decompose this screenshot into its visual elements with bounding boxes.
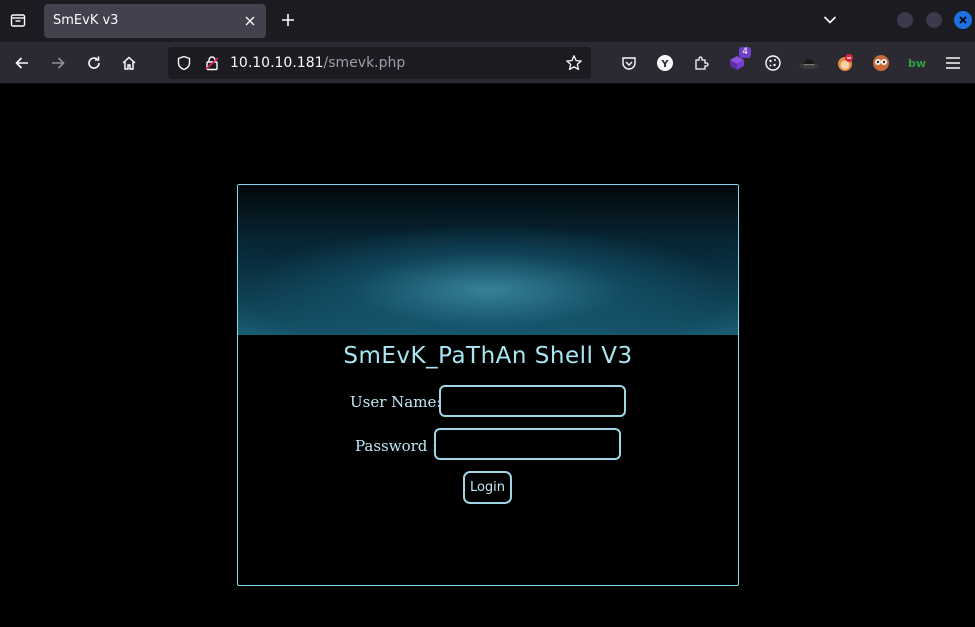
close-window-button[interactable] xyxy=(954,11,972,29)
maximize-window-button[interactable] xyxy=(926,12,942,28)
foxyproxy-icon[interactable] xyxy=(833,51,857,75)
reload-icon[interactable] xyxy=(82,51,106,75)
home-icon[interactable] xyxy=(117,51,141,75)
extensions-icon[interactable] xyxy=(689,51,713,75)
bw-extension-icon[interactable]: bw xyxy=(905,51,929,75)
hamburger-menu-icon[interactable] xyxy=(941,51,965,75)
url-path: /smevk.php xyxy=(323,55,406,71)
tab-active[interactable]: SmEvK v3 xyxy=(44,4,266,38)
cookie-icon[interactable] xyxy=(761,51,785,75)
password-label: Password : xyxy=(355,437,438,455)
login-panel: SmEvK_PaThAn Shell V3 User Name: Passwor… xyxy=(237,184,739,586)
password-input[interactable] xyxy=(434,428,621,460)
insecure-lock-icon[interactable] xyxy=(204,55,220,71)
page-content: SmEvK_PaThAn Shell V3 User Name: Passwor… xyxy=(0,84,975,627)
y-extension-label: Y xyxy=(660,59,669,70)
username-input[interactable] xyxy=(439,385,626,417)
url-bar[interactable]: 10.10.10.181/smevk.php xyxy=(168,47,591,79)
bw-extension-label: bw xyxy=(908,57,926,70)
minimize-window-button[interactable] xyxy=(897,12,913,28)
forward-icon[interactable] xyxy=(46,51,70,75)
url-text[interactable]: 10.10.10.181/smevk.php xyxy=(230,55,405,71)
new-tab-icon[interactable] xyxy=(276,8,300,32)
chevron-down-icon[interactable] xyxy=(818,8,842,32)
y-extension-icon[interactable]: Y xyxy=(653,51,677,75)
shield-icon[interactable] xyxy=(176,55,192,71)
navigation-toolbar: 10.10.10.181/smevk.php Y 4 bw xyxy=(0,42,975,84)
hat-extension-icon[interactable] xyxy=(797,51,821,75)
bookmark-star-icon[interactable] xyxy=(565,54,583,72)
url-host: 10.10.10.181 xyxy=(230,55,324,71)
tab-title: SmEvK v3 xyxy=(53,13,119,28)
owl-extension-icon[interactable] xyxy=(869,51,893,75)
pocket-icon[interactable] xyxy=(617,51,641,75)
page-title: SmEvK_PaThAn Shell V3 xyxy=(343,343,633,369)
tab-bar: SmEvK v3 xyxy=(0,0,975,42)
header-banner-image xyxy=(238,185,738,335)
back-icon[interactable] xyxy=(10,51,34,75)
close-icon[interactable] xyxy=(242,13,258,29)
cube-extension-icon[interactable]: 4 xyxy=(725,47,751,75)
login-button[interactable]: Login xyxy=(463,471,512,504)
tab-list-icon[interactable] xyxy=(6,8,30,32)
extension-badge: 4 xyxy=(739,47,751,58)
username-label: User Name: xyxy=(350,393,442,411)
